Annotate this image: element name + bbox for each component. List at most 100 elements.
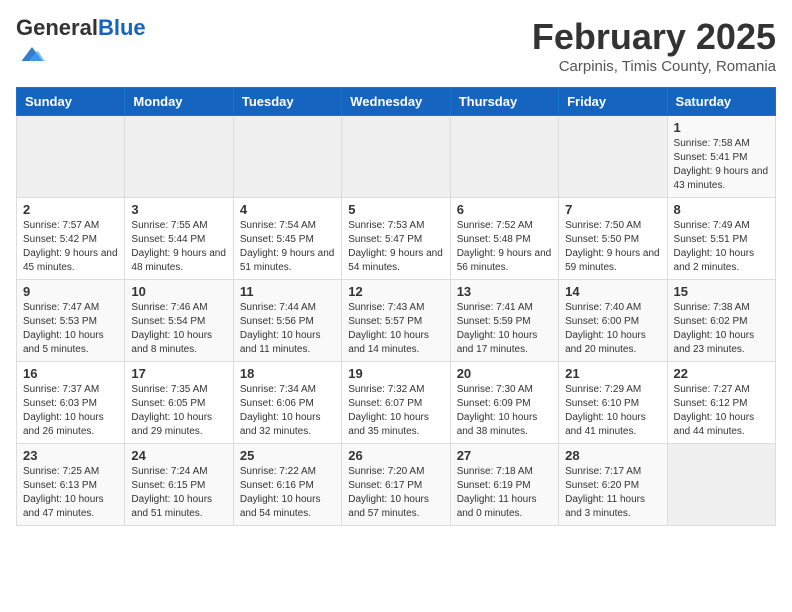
day-number: 21 <box>565 366 660 381</box>
day-number: 2 <box>23 202 118 217</box>
calendar-week-row: 23 Sunrise: 7:25 AM Sunset: 6:13 PM Dayli… <box>17 444 776 526</box>
day-info: Sunrise: 7:52 AM Sunset: 5:48 PM Dayligh… <box>457 219 552 275</box>
day-number: 3 <box>131 202 226 217</box>
day-number: 28 <box>565 448 660 463</box>
day-number: 17 <box>131 366 226 381</box>
day-info: Sunrise: 7:34 AM Sunset: 6:06 PM Dayligh… <box>240 383 335 439</box>
day-number: 27 <box>457 448 552 463</box>
calendar-cell: 18 Sunrise: 7:34 AM Sunset: 6:06 PM Dayli… <box>233 362 341 444</box>
day-number: 20 <box>457 366 552 381</box>
calendar-cell: 10 Sunrise: 7:46 AM Sunset: 5:54 PM Dayli… <box>125 280 233 362</box>
calendar-header-row: SundayMondayTuesdayWednesdayThursdayFrid… <box>17 88 776 116</box>
day-info: Sunrise: 7:27 AM Sunset: 6:12 PM Dayligh… <box>674 383 769 439</box>
calendar-cell: 21 Sunrise: 7:29 AM Sunset: 6:10 PM Dayli… <box>559 362 667 444</box>
calendar-cell: 11Sunrise: 7:44 AM Sunset: 5:56 PM Dayli… <box>233 280 341 362</box>
day-number: 18 <box>240 366 335 381</box>
calendar-cell: 19 Sunrise: 7:32 AM Sunset: 6:07 PM Dayli… <box>342 362 450 444</box>
day-info: Sunrise: 7:25 AM Sunset: 6:13 PM Dayligh… <box>23 465 118 521</box>
day-number: 16 <box>23 366 118 381</box>
day-number: 12 <box>348 284 443 299</box>
logo-blue: Blue <box>98 15 146 40</box>
day-number: 7 <box>565 202 660 217</box>
day-info: Sunrise: 7:46 AM Sunset: 5:54 PM Dayligh… <box>131 301 226 357</box>
day-info: Sunrise: 7:58 AM Sunset: 5:41 PM Dayligh… <box>674 137 769 193</box>
title-block: February 2025 Carpinis, Timis County, Ro… <box>532 16 776 75</box>
calendar-cell: 9 Sunrise: 7:47 AM Sunset: 5:53 PM Daylig… <box>17 280 125 362</box>
calendar-cell: 5 Sunrise: 7:53 AM Sunset: 5:47 PM Daylig… <box>342 198 450 280</box>
day-number: 22 <box>674 366 769 381</box>
day-number: 5 <box>348 202 443 217</box>
page-header: GeneralBlue February 2025 Carpinis, Timi… <box>16 16 776 75</box>
day-info: Sunrise: 7:54 AM Sunset: 5:45 PM Dayligh… <box>240 219 335 275</box>
calendar-cell: 4 Sunrise: 7:54 AM Sunset: 5:45 PM Daylig… <box>233 198 341 280</box>
day-number: 26 <box>348 448 443 463</box>
day-number: 23 <box>23 448 118 463</box>
day-number: 9 <box>23 284 118 299</box>
day-info: Sunrise: 7:37 AM Sunset: 6:03 PM Dayligh… <box>23 383 118 439</box>
calendar-day-header: Friday <box>559 88 667 116</box>
calendar-day-header: Monday <box>125 88 233 116</box>
calendar-cell: 1 Sunrise: 7:58 AM Sunset: 5:41 PM Daylig… <box>667 116 775 198</box>
day-info: Sunrise: 7:57 AM Sunset: 5:42 PM Dayligh… <box>23 219 118 275</box>
calendar-day-header: Saturday <box>667 88 775 116</box>
day-info: Sunrise: 7:49 AM Sunset: 5:51 PM Dayligh… <box>674 219 769 275</box>
calendar-week-row: 16 Sunrise: 7:37 AM Sunset: 6:03 PM Dayli… <box>17 362 776 444</box>
calendar-day-header: Sunday <box>17 88 125 116</box>
day-info: Sunrise: 7:18 AM Sunset: 6:19 PM Dayligh… <box>457 465 552 521</box>
day-info: Sunrise: 7:55 AM Sunset: 5:44 PM Dayligh… <box>131 219 226 275</box>
calendar-cell: 6 Sunrise: 7:52 AM Sunset: 5:48 PM Daylig… <box>450 198 558 280</box>
calendar-table: SundayMondayTuesdayWednesdayThursdayFrid… <box>16 87 776 526</box>
day-number: 1 <box>674 120 769 135</box>
calendar-week-row: 2 Sunrise: 7:57 AM Sunset: 5:42 PM Daylig… <box>17 198 776 280</box>
day-info: Sunrise: 7:32 AM Sunset: 6:07 PM Dayligh… <box>348 383 443 439</box>
calendar-cell: 7Sunrise: 7:50 AM Sunset: 5:50 PM Daylig… <box>559 198 667 280</box>
day-info: Sunrise: 7:29 AM Sunset: 6:10 PM Dayligh… <box>565 383 660 439</box>
day-info: Sunrise: 7:38 AM Sunset: 6:02 PM Dayligh… <box>674 301 769 357</box>
location-title: Carpinis, Timis County, Romania <box>532 58 776 75</box>
day-info: Sunrise: 7:22 AM Sunset: 6:16 PM Dayligh… <box>240 465 335 521</box>
day-number: 15 <box>674 284 769 299</box>
calendar-cell: 14Sunrise: 7:40 AM Sunset: 6:00 PM Dayli… <box>559 280 667 362</box>
calendar-cell: 22 Sunrise: 7:27 AM Sunset: 6:12 PM Dayli… <box>667 362 775 444</box>
calendar-cell: 8Sunrise: 7:49 AM Sunset: 5:51 PM Daylig… <box>667 198 775 280</box>
calendar-week-row: 9 Sunrise: 7:47 AM Sunset: 5:53 PM Daylig… <box>17 280 776 362</box>
day-info: Sunrise: 7:35 AM Sunset: 6:05 PM Dayligh… <box>131 383 226 439</box>
calendar-day-header: Thursday <box>450 88 558 116</box>
calendar-cell: 23 Sunrise: 7:25 AM Sunset: 6:13 PM Dayli… <box>17 444 125 526</box>
day-info: Sunrise: 7:24 AM Sunset: 6:15 PM Dayligh… <box>131 465 226 521</box>
calendar-cell: 16 Sunrise: 7:37 AM Sunset: 6:03 PM Dayli… <box>17 362 125 444</box>
day-number: 6 <box>457 202 552 217</box>
day-number: 25 <box>240 448 335 463</box>
calendar-cell: 3 Sunrise: 7:55 AM Sunset: 5:44 PM Daylig… <box>125 198 233 280</box>
calendar-cell <box>667 444 775 526</box>
calendar-week-row: 1 Sunrise: 7:58 AM Sunset: 5:41 PM Daylig… <box>17 116 776 198</box>
calendar-cell <box>233 116 341 198</box>
calendar-cell: 28 Sunrise: 7:17 AM Sunset: 6:20 PM Dayli… <box>559 444 667 526</box>
day-number: 13 <box>457 284 552 299</box>
calendar-cell <box>559 116 667 198</box>
calendar-cell <box>17 116 125 198</box>
day-number: 10 <box>131 284 226 299</box>
calendar-cell <box>450 116 558 198</box>
day-info: Sunrise: 7:53 AM Sunset: 5:47 PM Dayligh… <box>348 219 443 275</box>
calendar-cell <box>342 116 450 198</box>
day-number: 4 <box>240 202 335 217</box>
calendar-cell <box>125 116 233 198</box>
day-info: Sunrise: 7:40 AM Sunset: 6:00 PM Dayligh… <box>565 301 660 357</box>
day-info: Sunrise: 7:47 AM Sunset: 5:53 PM Dayligh… <box>23 301 118 357</box>
day-info: Sunrise: 7:20 AM Sunset: 6:17 PM Dayligh… <box>348 465 443 521</box>
logo: GeneralBlue <box>16 16 146 73</box>
day-info: Sunrise: 7:17 AM Sunset: 6:20 PM Dayligh… <box>565 465 660 521</box>
calendar-cell: 2 Sunrise: 7:57 AM Sunset: 5:42 PM Daylig… <box>17 198 125 280</box>
calendar-day-header: Wednesday <box>342 88 450 116</box>
calendar-cell: 15 Sunrise: 7:38 AM Sunset: 6:02 PM Dayli… <box>667 280 775 362</box>
day-number: 11 <box>240 284 335 299</box>
calendar-cell: 25 Sunrise: 7:22 AM Sunset: 6:16 PM Dayli… <box>233 444 341 526</box>
day-number: 19 <box>348 366 443 381</box>
logo-icon <box>18 40 46 68</box>
day-info: Sunrise: 7:30 AM Sunset: 6:09 PM Dayligh… <box>457 383 552 439</box>
calendar-cell: 27 Sunrise: 7:18 AM Sunset: 6:19 PM Dayli… <box>450 444 558 526</box>
calendar-cell: 20 Sunrise: 7:30 AM Sunset: 6:09 PM Dayli… <box>450 362 558 444</box>
day-info: Sunrise: 7:41 AM Sunset: 5:59 PM Dayligh… <box>457 301 552 357</box>
calendar-cell: 12Sunrise: 7:43 AM Sunset: 5:57 PM Dayli… <box>342 280 450 362</box>
